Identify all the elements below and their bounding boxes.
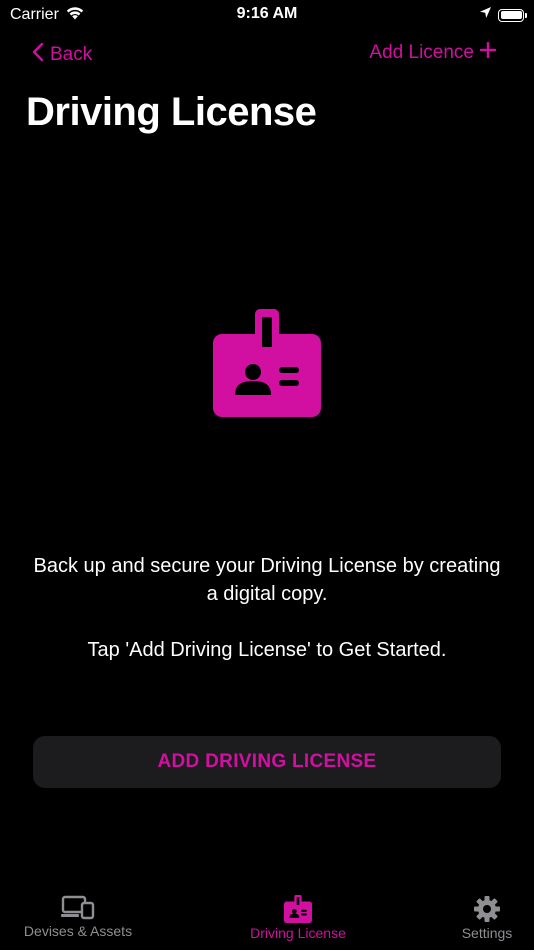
- tab-settings[interactable]: Settings: [446, 895, 528, 941]
- add-driving-license-button[interactable]: ADD DRIVING LICENSE: [33, 736, 501, 788]
- tab-bar: Devises & Assets Driving License Setting…: [0, 895, 534, 950]
- chevron-left-icon: [32, 42, 44, 68]
- plus-icon: [479, 41, 497, 64]
- id-badge-icon: [284, 895, 312, 925]
- location-icon: [479, 6, 492, 24]
- tab-driving-license[interactable]: Driving License: [236, 895, 360, 941]
- clock: 9:16 AM: [236, 5, 298, 22]
- add-licence-label: Add Licence: [369, 42, 474, 63]
- tab-license-label: Driving License: [250, 925, 346, 941]
- page-title: Driving License: [26, 90, 317, 134]
- status-bar: Carrier 9:16 AM: [0, 0, 534, 30]
- tab-devices-label: Devises & Assets: [23, 923, 133, 939]
- id-badge-icon: [213, 309, 321, 417]
- devices-icon: [61, 895, 95, 923]
- back-label: Back: [50, 44, 93, 65]
- get-started-message: Tap 'Add Driving License' to Get Started…: [87, 639, 447, 661]
- status-indicators: [479, 6, 527, 24]
- battery-icon: [498, 8, 527, 22]
- back-button[interactable]: Back: [32, 42, 92, 68]
- intro-message: Back up and secure your Driving License …: [33, 555, 501, 605]
- add-licence-button[interactable]: Add Licence: [369, 41, 497, 64]
- tab-devices-assets[interactable]: Devises & Assets: [14, 895, 142, 939]
- tab-settings-label: Settings: [461, 925, 513, 941]
- gear-icon: [473, 895, 501, 925]
